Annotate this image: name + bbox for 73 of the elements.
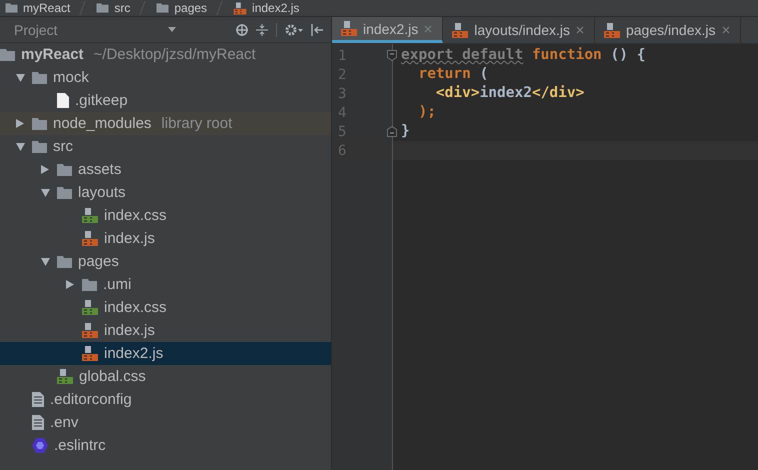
tree-item[interactable]: myReact ~/Desktop/jzsd/myReact [0, 43, 331, 66]
close-icon[interactable] [576, 26, 584, 34]
editor-tab[interactable]: pages/index.js [594, 17, 740, 43]
fold-marker-icon[interactable] [387, 126, 397, 137]
tree-item[interactable]: .env [0, 411, 331, 434]
code-line: <div>index2</div> [434, 84, 586, 103]
code-line: } [401, 122, 411, 141]
tree-item[interactable]: index2.js [0, 342, 331, 365]
breadcrumb-item[interactable]: myReact [4, 1, 70, 15]
code-line: return ( [417, 65, 490, 84]
folder-icon [82, 278, 97, 290]
js-file-icon [604, 22, 620, 38]
tree-item[interactable]: index.css [0, 204, 331, 227]
tree-item[interactable]: src [0, 135, 331, 158]
folder-icon [32, 140, 47, 152]
folder-icon [96, 3, 109, 13]
tree-item[interactable]: mock [0, 66, 331, 89]
path-hint: ~/Desktop/jzsd/myReact [94, 46, 256, 63]
folder-icon [57, 186, 72, 198]
tree-item[interactable]: .eslintrc [0, 434, 331, 457]
text-file-icon [32, 415, 44, 430]
folder-icon [0, 48, 15, 60]
folder-icon [6, 3, 18, 13]
tree-item[interactable]: pages [0, 250, 331, 273]
js-file-icon [341, 21, 357, 36]
tree-item[interactable]: .umi [0, 273, 331, 296]
caret-icon [168, 27, 176, 32]
breadcrumb-item[interactable]: src [95, 1, 130, 15]
editor-tab[interactable]: layouts/index.js [443, 17, 595, 43]
crosshair-icon[interactable] [236, 24, 248, 36]
code-line: ); [417, 103, 437, 122]
tree-item[interactable]: global.css [0, 365, 331, 388]
tree-item[interactable]: .editorconfig [0, 388, 331, 411]
tree-item[interactable]: layouts [0, 181, 331, 204]
close-icon[interactable] [722, 26, 730, 34]
collapsed-arrow-icon[interactable] [41, 165, 49, 174]
breadcrumb-item[interactable]: index2.js [232, 0, 300, 16]
js-file-icon [452, 22, 468, 38]
expanded-arrow-icon[interactable] [16, 142, 24, 150]
collapsed-arrow-icon[interactable] [66, 280, 74, 289]
folder-icon [32, 72, 47, 84]
editor-tab[interactable]: index2.js [332, 17, 444, 43]
css-file-icon [82, 208, 98, 223]
path-hint: library root [161, 115, 232, 132]
hide-panel-icon[interactable] [311, 24, 323, 36]
fold-marker-icon[interactable] [387, 50, 397, 61]
tree-item[interactable]: .gitkeep [0, 89, 331, 112]
project-view-dropdown[interactable]: Project [14, 22, 176, 38]
breadcrumb-item[interactable]: pages [155, 1, 208, 15]
settings-icon[interactable] [285, 24, 303, 36]
file-icon [57, 93, 69, 108]
js-file-icon [82, 231, 98, 246]
tree-item[interactable]: node_modules library root [0, 112, 331, 135]
expanded-arrow-icon[interactable] [40, 188, 50, 196]
css-file-icon [82, 300, 98, 315]
js-file-icon [82, 323, 98, 338]
expanded-arrow-icon[interactable] [16, 74, 24, 82]
collapsed-arrow-icon[interactable] [16, 119, 24, 128]
expanded-arrow-icon[interactable] [40, 258, 50, 266]
text-file-icon [32, 392, 44, 407]
js-file-icon [82, 346, 98, 361]
hexagon-icon [32, 438, 48, 453]
tree-item[interactable]: index.js [0, 319, 331, 342]
tree-item[interactable]: assets [0, 158, 331, 181]
folder-icon [32, 118, 47, 130]
collapse-icon[interactable] [256, 24, 268, 36]
folder-icon [57, 164, 72, 176]
code-line: export default function () { [401, 46, 646, 65]
tree-item[interactable]: index.css [0, 296, 331, 319]
tree-item[interactable]: index.js [0, 227, 331, 250]
folder-icon [57, 256, 72, 268]
folder-icon [156, 3, 169, 13]
css-file-icon [57, 369, 73, 384]
